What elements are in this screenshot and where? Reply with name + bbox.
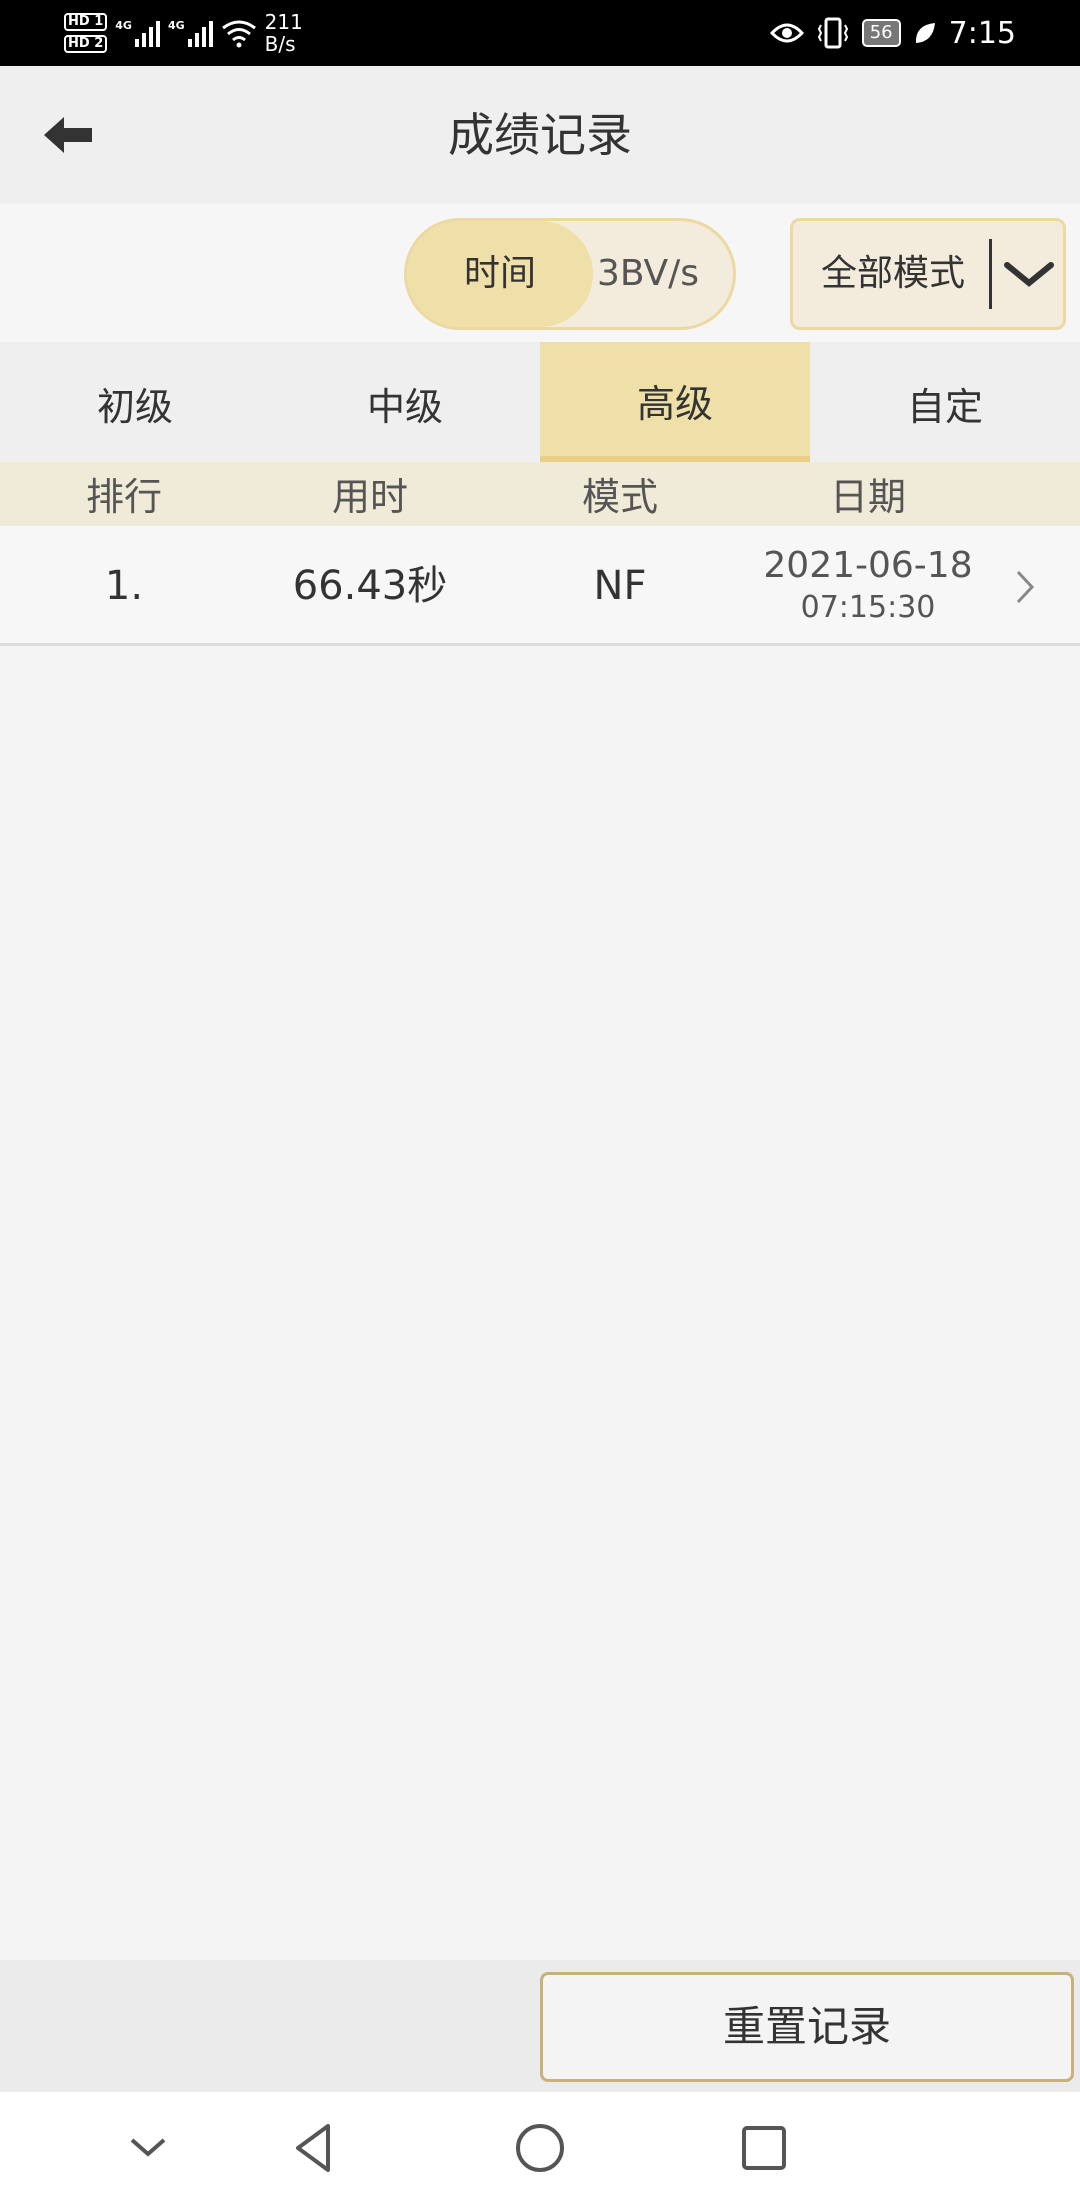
row-rank: 1.	[104, 563, 144, 609]
back-triangle-icon[interactable]	[284, 2118, 344, 2178]
signal-1-icon: 4G	[115, 19, 160, 47]
status-bar: HD 1 HD 2 4G 4G 211 B/s 56 7:15	[0, 0, 1080, 66]
chevron-down-icon	[1004, 262, 1054, 287]
row-date: 2021-06-18 07:15:30	[748, 544, 988, 628]
header-date: 日期	[829, 475, 906, 519]
status-left: HD 1 HD 2 4G 4G 211 B/s	[64, 8, 303, 58]
vibrate-icon	[817, 17, 848, 49]
page-title: 成绩记录	[448, 108, 632, 162]
mode-select[interactable]: 全部模式	[790, 218, 1066, 330]
clock: 7:15	[948, 15, 1016, 51]
tab-custom[interactable]: 自定	[810, 342, 1080, 462]
app-bar: 成绩记录	[0, 66, 1080, 204]
home-circle-icon[interactable]	[510, 2118, 570, 2178]
hd2-icon: HD 2	[64, 35, 108, 53]
row-mode: NF	[593, 563, 647, 609]
sort-option-time[interactable]: 时间	[407, 221, 593, 327]
status-right: 56 7:15	[769, 10, 1016, 56]
hd1-icon: HD 1	[64, 13, 108, 31]
battery-icon: 56	[861, 19, 901, 47]
table-header: 排行 用时 模式 日期	[0, 462, 1080, 526]
hd-icons: HD 1 HD 2	[64, 13, 108, 53]
signal-2-icon: 4G	[168, 19, 213, 47]
sort-option-3bvs[interactable]: 3BV/s	[593, 221, 733, 327]
arrow-left-icon	[44, 117, 92, 153]
recents-square-icon[interactable]	[734, 2118, 794, 2178]
filter-row: 时间 3BV/s 全部模式	[0, 204, 1080, 342]
net-speed: 211 B/s	[264, 10, 303, 56]
chevron-right-icon	[1016, 570, 1035, 604]
tab-intermediate[interactable]: 中级	[270, 342, 540, 462]
header-rank: 排行	[85, 475, 162, 519]
chevron-down-icon[interactable]	[118, 2118, 178, 2178]
row-time: 66.43秒	[292, 563, 448, 609]
sort-toggle: 时间 3BV/s	[404, 218, 736, 330]
leaf-icon	[915, 23, 935, 43]
tab-expert[interactable]: 高级	[540, 342, 810, 462]
level-tabs: 初级 中级 高级 自定	[0, 342, 1080, 462]
header-time: 用时	[331, 475, 408, 519]
bottom-bar: 重置记录	[0, 1960, 1080, 2092]
mode-select-label: 全部模式	[821, 253, 966, 294]
mode-select-divider	[989, 239, 992, 309]
back-button[interactable]	[36, 108, 100, 162]
eye-icon	[769, 23, 804, 43]
table-row[interactable]: 1. 66.43秒 NF 2021-06-18 07:15:30	[0, 526, 1080, 646]
wifi-icon	[221, 20, 256, 48]
tab-beginner[interactable]: 初级	[0, 342, 270, 462]
header-mode: 模式	[581, 475, 658, 519]
reset-records-button[interactable]: 重置记录	[540, 1972, 1074, 2082]
system-nav-bar	[0, 2092, 1080, 2204]
row-date-day: 2021-06-18	[763, 545, 973, 586]
row-date-clock: 07:15:30	[800, 590, 936, 625]
